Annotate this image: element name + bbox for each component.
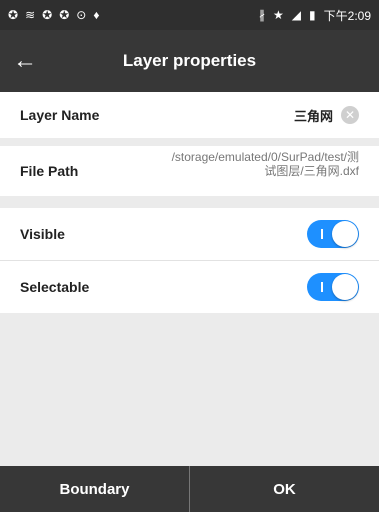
selectable-toggle[interactable] — [307, 273, 359, 301]
visible-toggle[interactable] — [307, 220, 359, 248]
layer-name-value-group: 三角网 ✕ — [294, 106, 359, 125]
status-bar: ✪ ≋ ✪ ✪ ⊙ ♦ ∦ ★ ◢ ▮ 下午2:09 — [0, 0, 379, 30]
visible-row: Visible — [0, 208, 379, 260]
toggle-knob — [332, 221, 358, 247]
file-path-label: File Path — [20, 163, 79, 179]
file-path-value: /storage/emulated/0/SurPad/test/测试图层/三角网… — [171, 150, 359, 178]
page-title: Layer properties — [122, 51, 257, 70]
bottom-bar: Boundary OK — [0, 466, 379, 512]
bluetooth-icon: ∦ — [259, 8, 266, 22]
battery-icon: ▮ — [309, 8, 316, 22]
app-bar: ← Layer properties — [0, 30, 379, 92]
notification-icon: ✪ — [8, 8, 19, 22]
boundary-button[interactable]: Boundary — [0, 466, 189, 512]
selectable-label: Selectable — [20, 279, 90, 295]
arrow-left-icon: ← — [13, 47, 37, 74]
clear-icon[interactable]: ✕ — [341, 106, 359, 124]
ok-button[interactable]: OK — [190, 466, 379, 512]
visible-label: Visible — [20, 226, 65, 242]
layer-name-label: Layer Name — [20, 107, 100, 123]
sync-icon: ✪ — [59, 8, 70, 22]
signal-icon: ◢ — [291, 8, 302, 22]
selectable-row: Selectable — [0, 261, 379, 313]
layer-name-field[interactable]: 三角网 — [294, 106, 333, 125]
back-button[interactable]: ← — [0, 30, 50, 92]
file-path-row: File Path /storage/emulated/0/SurPad/tes… — [0, 146, 379, 196]
location-icon: ♦ — [93, 8, 100, 22]
alarm-icon: ⊙ — [76, 8, 87, 22]
status-time: 下午2:09 — [323, 8, 371, 23]
toggle-knob — [332, 274, 358, 300]
star-icon: ★ — [273, 8, 284, 22]
layer-name-row: Layer Name 三角网 ✕ — [0, 92, 379, 138]
wifi-icon: ≋ — [25, 8, 36, 22]
sync-icon: ✪ — [42, 8, 53, 22]
